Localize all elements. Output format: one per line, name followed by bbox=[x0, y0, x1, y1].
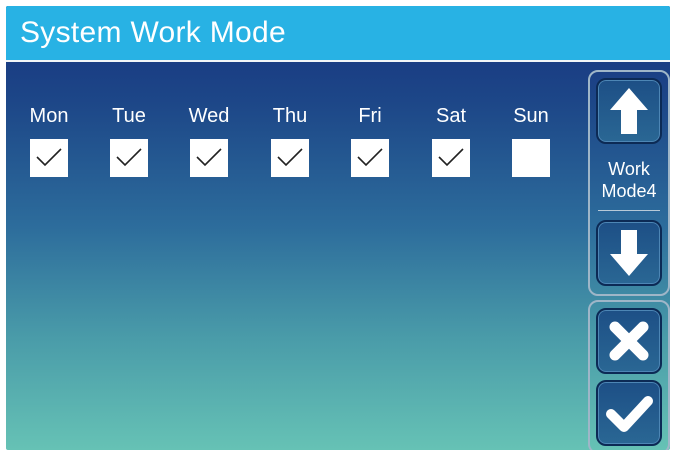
day-sat: Sat bbox=[426, 105, 476, 185]
work-mode-line2: Mode4 bbox=[601, 181, 657, 201]
day-thu: Thu bbox=[265, 105, 315, 185]
day-label-sun: Sun bbox=[513, 105, 549, 127]
arrow-down-icon bbox=[610, 230, 648, 276]
day-tue: Tue bbox=[104, 105, 154, 185]
day-label-fri: Fri bbox=[358, 105, 382, 127]
checkbox-tue[interactable] bbox=[110, 139, 148, 177]
checkbox-thu[interactable] bbox=[271, 139, 309, 177]
day-label-thu: Thu bbox=[272, 105, 308, 127]
day-label-sat: Sat bbox=[435, 105, 467, 127]
checkbox-sun[interactable] bbox=[512, 139, 550, 177]
day-fri: Fri bbox=[345, 105, 395, 185]
close-icon bbox=[609, 321, 649, 361]
mode-up-button[interactable] bbox=[596, 78, 662, 144]
checkmark-icon bbox=[116, 148, 142, 167]
work-mode-label: Work Mode4 bbox=[590, 158, 668, 202]
checkmark-icon bbox=[357, 148, 383, 167]
page-title: System Work Mode bbox=[20, 16, 286, 49]
check-icon bbox=[606, 396, 653, 432]
title-bar: System Work Mode bbox=[6, 6, 670, 62]
checkmark-icon bbox=[277, 148, 303, 167]
day-mon: Mon bbox=[24, 105, 74, 185]
checkbox-sat[interactable] bbox=[432, 139, 470, 177]
cancel-button[interactable] bbox=[596, 308, 662, 374]
divider bbox=[598, 210, 660, 211]
checkbox-mon[interactable] bbox=[30, 139, 68, 177]
day-label-tue: Tue bbox=[112, 105, 146, 127]
checkmark-icon bbox=[196, 148, 222, 167]
mode-down-button[interactable] bbox=[596, 220, 662, 286]
day-wed: Wed bbox=[184, 105, 234, 185]
checkbox-fri[interactable] bbox=[351, 139, 389, 177]
day-label-wed: Wed bbox=[188, 105, 230, 127]
confirm-button[interactable] bbox=[596, 380, 662, 446]
arrow-up-icon bbox=[610, 88, 648, 134]
checkbox-wed[interactable] bbox=[190, 139, 228, 177]
checkmark-icon bbox=[438, 148, 464, 167]
checkmark-icon bbox=[36, 148, 62, 167]
screen: System Work Mode Mon Tue Wed Thu Fri Sat bbox=[6, 6, 670, 450]
day-sun: Sun bbox=[506, 105, 556, 185]
day-label-mon: Mon bbox=[29, 105, 69, 127]
work-mode-line1: Work bbox=[608, 159, 650, 179]
